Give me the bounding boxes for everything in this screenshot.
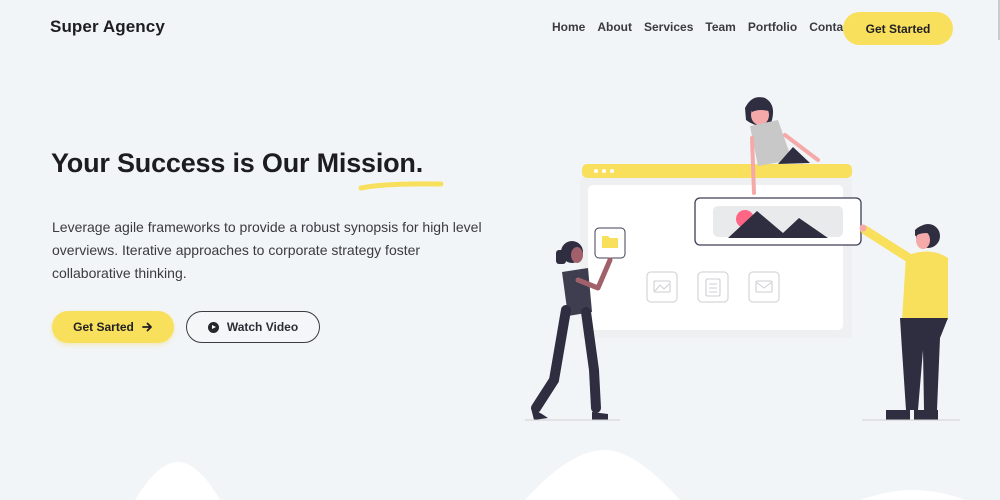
get-started-header-button[interactable]: Get Started xyxy=(843,12,953,45)
nav-team[interactable]: Team xyxy=(705,20,735,34)
nav-services[interactable]: Services xyxy=(644,20,693,34)
watch-video-label: Watch Video xyxy=(226,320,299,334)
image-icon xyxy=(646,271,678,303)
watch-video-button[interactable]: Watch Video xyxy=(186,311,320,343)
play-circle-icon xyxy=(207,321,219,333)
mail-icon xyxy=(748,271,780,303)
nav-portfolio[interactable]: Portfolio xyxy=(748,20,797,34)
brand-logo[interactable]: Super Agency xyxy=(50,17,165,37)
arrow-right-icon xyxy=(141,322,152,332)
image-card xyxy=(694,197,862,246)
site-header: Super Agency Home About Services Team Po… xyxy=(0,0,1000,56)
nav-home[interactable]: Home xyxy=(552,20,585,34)
hero-illustration xyxy=(525,97,960,421)
folder-card xyxy=(594,227,626,259)
decorative-wave-shapes xyxy=(135,450,965,500)
person-right xyxy=(859,224,960,421)
hero-description: Leverage agile frameworks to provide a r… xyxy=(52,219,482,281)
nav-about[interactable]: About xyxy=(597,20,632,34)
document-icon xyxy=(697,271,729,303)
hero-title: Your Success is Our Mission. xyxy=(51,148,424,178)
get-started-label: Get Sarted xyxy=(73,320,134,334)
title-underline-swash xyxy=(358,181,444,191)
get-started-button[interactable]: Get Sarted xyxy=(52,311,174,343)
main-nav: Home About Services Team Portfolio Conta… xyxy=(552,20,866,34)
